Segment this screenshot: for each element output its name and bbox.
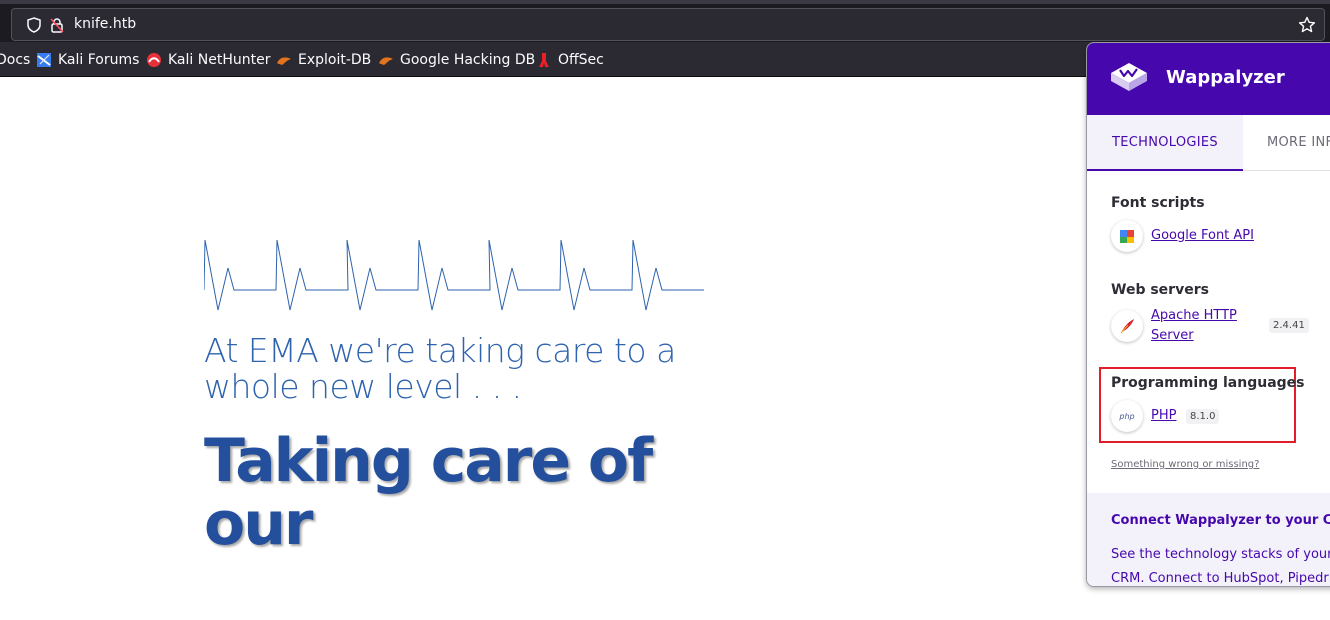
tech-version: 2.4.41 xyxy=(1269,318,1309,333)
exploit-db-icon xyxy=(277,57,291,65)
exploit-db-icon xyxy=(379,57,393,65)
url-text[interactable]: knife.htb xyxy=(74,16,136,32)
hero-headline: Taking care of our xyxy=(204,426,653,559)
bookmark-kali-nethunter[interactable]: Kali NetHunter xyxy=(146,51,270,69)
heartbeat-line-graphic xyxy=(204,239,704,311)
svg-text:php: php xyxy=(1118,412,1134,421)
crm-title[interactable]: Connect Wappalyzer to your CRM xyxy=(1111,513,1330,528)
wappalyzer-brand: Wappalyzer xyxy=(1166,67,1285,88)
browser-toolbar: knife.htb xyxy=(0,0,1330,42)
wappalyzer-logo-icon xyxy=(1111,63,1147,91)
apache-feather-icon xyxy=(1111,310,1143,342)
tech-link-apache-http-server[interactable]: Apache HTTP Server xyxy=(1151,306,1261,346)
bookmark-google-hacking-db[interactable]: Google Hacking DB xyxy=(378,51,535,69)
bookmark-exploit-db[interactable]: Exploit-DB xyxy=(276,51,371,69)
insecure-lock-icon[interactable] xyxy=(49,17,65,33)
category-heading: Programming languages xyxy=(1111,375,1305,391)
google-font-api-icon xyxy=(1111,220,1143,252)
address-bar[interactable]: knife.htb xyxy=(11,8,1325,41)
tech-link-php[interactable]: PHP xyxy=(1151,406,1176,426)
bookmark-label: Docs xyxy=(0,52,31,68)
tab-more-info[interactable]: MORE INFO xyxy=(1267,115,1330,171)
shield-icon[interactable] xyxy=(26,17,42,33)
kali-forums-icon xyxy=(37,53,51,67)
bookmark-offsec[interactable]: OffSec xyxy=(536,51,604,69)
bookmark-label: Kali NetHunter xyxy=(168,52,271,68)
nethunter-icon xyxy=(147,53,161,67)
offsec-icon xyxy=(539,53,549,67)
tech-version: 8.1.0 xyxy=(1186,409,1220,424)
bookmark-label: Exploit-DB xyxy=(298,52,372,68)
crm-text-line: CRM. Connect to HubSpot, Pipedrive xyxy=(1111,571,1330,586)
category-heading: Font scripts xyxy=(1111,195,1205,211)
tab-strip-edge xyxy=(0,0,1330,4)
wappalyzer-popup: Wappalyzer TECHNOLOGIES MORE INFO Font s… xyxy=(1086,42,1330,587)
tech-link-google-font-api[interactable]: Google Font API xyxy=(1151,226,1254,246)
wappalyzer-header: Wappalyzer xyxy=(1087,43,1330,115)
hero-subheading: At EMA we're taking care to a whole new … xyxy=(204,331,676,406)
crm-text-line: See the technology stacks of your xyxy=(1111,547,1330,562)
crm-text: See the technology stacks of your CRM. C… xyxy=(1111,543,1330,586)
php-icon: php xyxy=(1111,400,1143,432)
category-heading: Web servers xyxy=(1111,282,1209,298)
tab-technologies[interactable]: TECHNOLOGIES xyxy=(1087,115,1243,171)
bookmark-label: OffSec xyxy=(558,52,604,68)
bookmark-kali-forums[interactable]: Kali Forums xyxy=(36,51,139,69)
wappalyzer-tabs: TECHNOLOGIES MORE INFO xyxy=(1087,115,1330,171)
crm-promo: Connect Wappalyzer to your CRM See the t… xyxy=(1087,493,1330,586)
bookmark-label: Google Hacking DB xyxy=(400,52,536,68)
bookmark-label: Kali Forums xyxy=(58,52,140,68)
bookmark-star-icon[interactable] xyxy=(1298,16,1316,34)
bookmark-docs[interactable]: Docs xyxy=(0,51,30,69)
something-wrong-link[interactable]: Something wrong or missing? xyxy=(1111,459,1259,470)
